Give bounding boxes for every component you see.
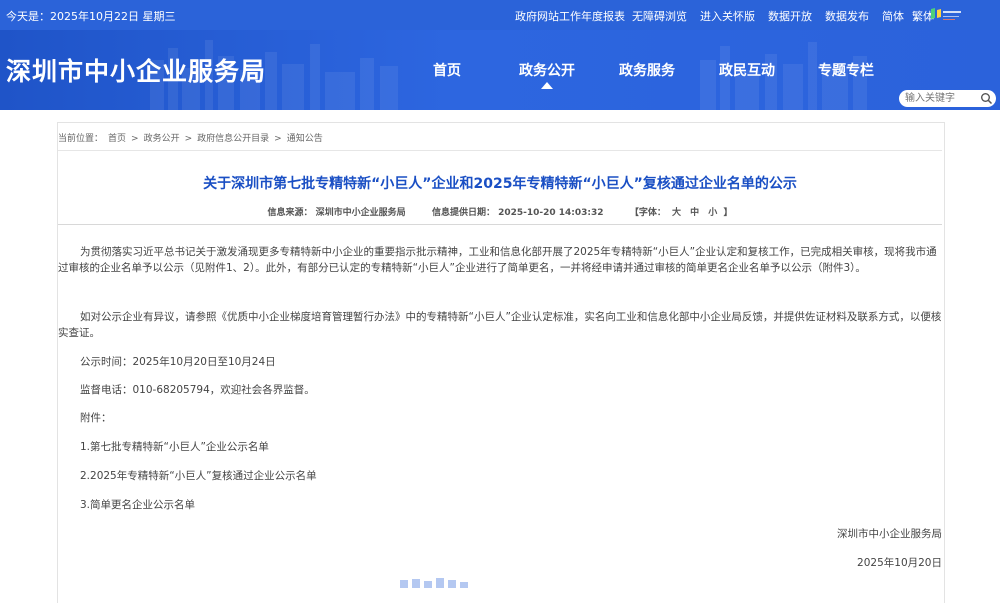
font-size-end: 】: [723, 208, 733, 218]
article-paragraph-1: 为贯彻落实习近平总书记关于激发涌现更多专精特新中小企业的重要指示批示精神，工业和…: [58, 246, 937, 274]
nav-special-topics[interactable]: 专题专栏: [818, 60, 874, 80]
site-header: 深圳市中小企业服务局 首页 政务公开 政务服务 政民互动 专题专栏: [0, 30, 1000, 110]
breadcrumb-separator: >: [131, 134, 139, 144]
article-meta: 信息来源： 深圳市中小企业服务局 信息提供日期： 2025-10-20 14:0…: [0, 205, 1000, 218]
attachments-label: 附件：: [80, 412, 112, 424]
current-date: 今天是：2025年10月22日 星期三: [6, 10, 176, 23]
search-icon[interactable]: [980, 92, 993, 105]
breadcrumb-gov-affairs[interactable]: 政务公开: [144, 134, 180, 144]
info-source: 信息来源： 深圳市中小企业服务局: [267, 208, 406, 218]
article-title: 关于深圳市第七批专精特新“小巨人”企业和2025年专精特新“小巨人”复核通过企业…: [203, 176, 797, 192]
search-box: [899, 90, 996, 107]
breadcrumb-separator: >: [184, 134, 193, 144]
breadcrumb-home[interactable]: 首页: [108, 134, 126, 144]
annual-report-link[interactable]: 政府网站工作年度报表: [515, 8, 625, 24]
top-bar: 今天是：2025年10月22日 星期三 政府网站工作年度报表 无障碍浏览 进入关…: [0, 0, 1000, 30]
simplified-chinese-link[interactable]: 简体: [882, 8, 904, 24]
info-date: 信息提供日期： 2025-10-20 14:03:32: [431, 208, 604, 218]
nav-gov-affairs[interactable]: 政务公开: [519, 60, 575, 80]
meta-divider: [58, 224, 942, 225]
footer-decoration: [400, 578, 468, 588]
article-paragraph-2: 如对公示企业有异议，请参照《优质中小企业梯度培育管理暂行办法》中的专精特新“小巨…: [58, 311, 942, 339]
breadcrumb-divider: [58, 150, 942, 151]
active-nav-indicator: [541, 82, 553, 89]
font-size-label: 【字体：: [629, 208, 666, 218]
nav-home[interactable]: 首页: [433, 60, 461, 80]
attachment-link-2[interactable]: 2.2025年专精特新“小巨人”复核通过企业公示名单: [80, 468, 317, 483]
publicity-period: 公示时间：2025年10月20日至10月24日: [80, 356, 276, 368]
breadcrumb: 当前位置： 首页 > 政务公开 > 政府信息公开目录 > 通知公告: [58, 131, 328, 144]
nav-interaction[interactable]: 政民互动: [719, 60, 775, 80]
data-release-link[interactable]: 数据发布: [825, 8, 869, 24]
signature-date: 2025年10月20日: [857, 557, 942, 569]
accessibility-link[interactable]: 无障碍浏览: [632, 8, 687, 24]
nav-gov-services[interactable]: 政务服务: [619, 60, 675, 80]
breadcrumb-label: 当前位置：: [58, 134, 104, 144]
font-size-large[interactable]: 大: [672, 208, 681, 218]
site-title[interactable]: 深圳市中小企业服务局: [6, 52, 266, 88]
shenzhen-logo-icon[interactable]: [929, 6, 963, 24]
breadcrumb-notices[interactable]: 通知公告: [287, 134, 323, 144]
supervision-phone: 监督电话：010-68205794，欢迎社会各界监督。: [80, 384, 315, 396]
search-input[interactable]: [905, 91, 975, 105]
data-open-link[interactable]: 数据开放: [768, 8, 812, 24]
attachment-link-1[interactable]: 1.第七批专精特新“小巨人”企业公示名单: [80, 439, 269, 454]
font-size-medium[interactable]: 中: [690, 208, 699, 218]
font-size-small[interactable]: 小: [708, 208, 717, 218]
breadcrumb-info-directory[interactable]: 政府信息公开目录: [197, 134, 269, 144]
signature-org: 深圳市中小企业服务局: [837, 528, 942, 540]
care-mode-link[interactable]: 进入关怀版: [700, 8, 755, 24]
breadcrumb-separator: >: [274, 134, 282, 144]
attachment-link-3[interactable]: 3.简单更名企业公示名单: [80, 497, 195, 512]
